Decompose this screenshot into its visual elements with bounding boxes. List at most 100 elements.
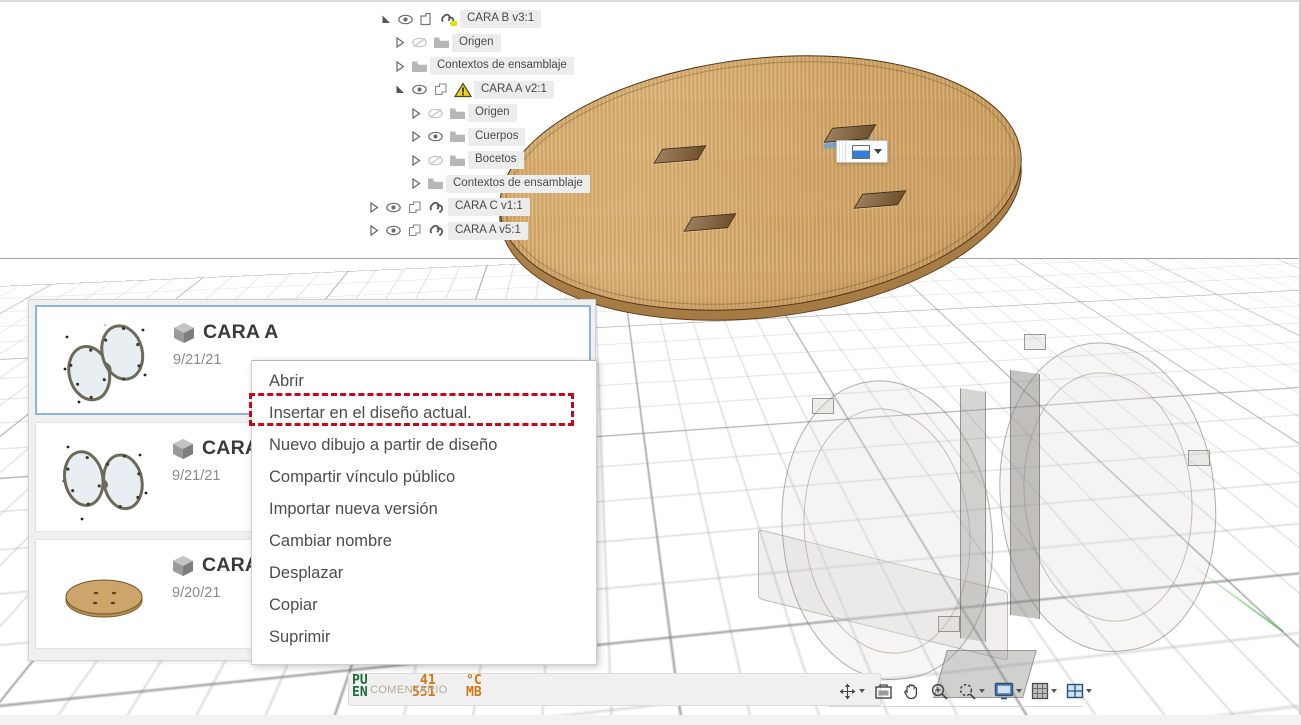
tree-row-cara-a-v2[interactable]: CARA A v2:1 <box>366 80 606 99</box>
zoom-window-icon[interactable] <box>958 682 985 701</box>
card-date: 9/20/21 <box>172 585 221 601</box>
tree-item-label[interactable]: CARA A v5:1 <box>448 221 528 240</box>
viewport-layout-icon[interactable] <box>1066 682 1092 700</box>
visibility-eye-off-icon[interactable] <box>424 108 446 119</box>
tree-item-label[interactable]: CARA C v1:1 <box>448 198 530 216</box>
bottom-strip <box>0 715 1301 725</box>
tree-row-cuerpos[interactable]: Cuerpos <box>366 127 606 146</box>
tree-row-bocetos[interactable]: Bocetos <box>366 151 606 169</box>
visibility-eye-off-icon[interactable] <box>424 155 446 166</box>
glasses-hinge-tab <box>938 616 960 632</box>
cube-icon <box>173 439 193 459</box>
collapsed-triangle-icon[interactable] <box>408 154 424 166</box>
view-navigation-bar[interactable] <box>838 679 1092 703</box>
tree-row-cara-a-v5[interactable]: CARA A v5:1 <box>366 221 606 240</box>
context-menu[interactable]: Abrir Insertar en el diseño actual. Nuev… <box>251 360 597 665</box>
glasses-hinge-tab <box>1024 334 1046 350</box>
dropdown-caret-icon[interactable] <box>859 689 865 693</box>
menu-item-abrir[interactable]: Abrir <box>252 365 596 397</box>
collapsed-triangle-icon[interactable] <box>408 178 424 189</box>
wooden-disc-thumbnail <box>65 579 143 618</box>
model-browser-tree[interactable]: CARA B v3:1 Origen Contextos de ensambla… <box>366 10 606 245</box>
menu-item-compartir-vinculo[interactable]: Compartir vínculo público <box>252 461 596 493</box>
card-date: 9/21/21 <box>173 352 222 368</box>
viewport-top-border <box>0 0 1301 2</box>
component-linked-icon <box>426 223 448 238</box>
tree-item-label[interactable]: Origen <box>468 104 517 122</box>
card-date: 9/21/21 <box>172 468 221 484</box>
folder-icon <box>430 36 452 49</box>
glasses-frame-body[interactable] <box>758 320 1301 715</box>
expanded-triangle-icon[interactable] <box>378 14 394 25</box>
appearance-mini-toolbar[interactable] <box>836 140 888 163</box>
expanded-triangle-icon[interactable] <box>392 84 408 95</box>
dropdown-caret-icon[interactable] <box>979 689 985 693</box>
component-icon <box>430 82 452 97</box>
tree-item-label[interactable]: Contextos de ensamblaje <box>430 57 574 75</box>
component-linked-icon <box>438 12 460 27</box>
menu-item-importar-version[interactable]: Importar nueva versión <box>252 493 596 525</box>
tree-item-label[interactable]: CARA A v2:1 <box>474 80 554 99</box>
visibility-eye-icon[interactable] <box>382 202 404 213</box>
folder-icon <box>446 154 468 167</box>
tree-row-contextos[interactable]: Contextos de ensamblaje <box>366 57 606 75</box>
menu-item-suprimir[interactable]: Suprimir <box>252 621 596 653</box>
glasses-bridge-right <box>1010 369 1040 620</box>
dropdown-caret-icon[interactable] <box>1051 689 1057 693</box>
folder-icon <box>446 107 468 120</box>
glitch-block: EN <box>352 685 368 700</box>
tree-row-contextos-2[interactable]: Contextos de ensamblaje <box>366 174 606 193</box>
tree-item-label[interactable]: Contextos de ensamblaje <box>446 174 590 193</box>
display-settings-icon[interactable] <box>994 682 1022 700</box>
navbar-underline <box>828 706 1083 707</box>
tree-row-origen-2[interactable]: Origen <box>366 104 606 122</box>
zoom-in-icon[interactable] <box>930 682 949 701</box>
menu-item-copiar[interactable]: Copiar <box>252 589 596 621</box>
menu-item-desplazar[interactable]: Desplazar <box>252 557 596 589</box>
tree-row-cara-b[interactable]: CARA B v3:1 <box>366 10 606 28</box>
component-icon <box>416 12 438 27</box>
glasses-hinge-tab <box>812 398 834 414</box>
folder-icon <box>446 130 468 143</box>
dropdown-caret-icon[interactable] <box>874 149 882 154</box>
visibility-eye-off-icon[interactable] <box>408 37 430 48</box>
menu-item-insertar[interactable]: Insertar en el diseño actual. <box>252 397 596 429</box>
glasses-frame-thumbnail <box>63 323 147 404</box>
tree-item-label[interactable]: Origen <box>452 33 501 52</box>
component-icon <box>404 223 426 238</box>
visibility-eye-icon[interactable] <box>408 84 430 95</box>
visibility-eye-icon[interactable] <box>424 131 446 142</box>
glasses-frame-thumbnail <box>62 445 148 521</box>
collapsed-triangle-icon[interactable] <box>392 60 408 72</box>
collapsed-triangle-icon[interactable] <box>408 131 424 142</box>
folder-icon <box>408 60 430 73</box>
tree-item-label[interactable]: CARA B v3:1 <box>460 10 542 28</box>
appearance-swatch-icon[interactable] <box>852 144 870 159</box>
orbit-icon[interactable] <box>838 682 865 701</box>
look-at-icon[interactable] <box>874 682 893 701</box>
overlay-watermark-text: COMENTARIO <box>370 684 448 696</box>
collapsed-triangle-icon[interactable] <box>408 107 424 119</box>
card-title: CARA A <box>203 321 279 343</box>
visibility-eye-icon[interactable] <box>394 14 416 25</box>
visibility-eye-icon[interactable] <box>382 225 404 236</box>
dropdown-caret-icon[interactable] <box>1016 689 1022 693</box>
pan-hand-icon[interactable] <box>902 682 921 701</box>
component-linked-icon <box>426 200 448 215</box>
grid-snap-icon[interactable] <box>1031 682 1057 700</box>
collapsed-triangle-icon[interactable] <box>366 201 382 213</box>
cube-icon <box>173 556 193 576</box>
menu-item-cambiar-nombre[interactable]: Cambiar nombre <box>252 525 596 557</box>
toolbar-grip-handle[interactable] <box>837 141 846 162</box>
tree-row-cara-c[interactable]: CARA C v1:1 <box>366 198 606 216</box>
tree-item-label[interactable]: Cuerpos <box>468 127 526 146</box>
glasses-hinge-tab <box>1188 450 1210 466</box>
menu-item-nuevo-dibujo[interactable]: Nuevo dibujo a partir de diseño <box>252 429 596 461</box>
tree-item-label[interactable]: Bocetos <box>468 151 524 169</box>
tree-row-origen[interactable]: Origen <box>366 33 606 52</box>
dropdown-caret-icon[interactable] <box>1086 689 1092 693</box>
collapsed-triangle-icon[interactable] <box>366 225 382 236</box>
collapsed-triangle-icon[interactable] <box>392 37 408 48</box>
cube-icon <box>174 323 194 343</box>
component-icon <box>404 200 426 215</box>
